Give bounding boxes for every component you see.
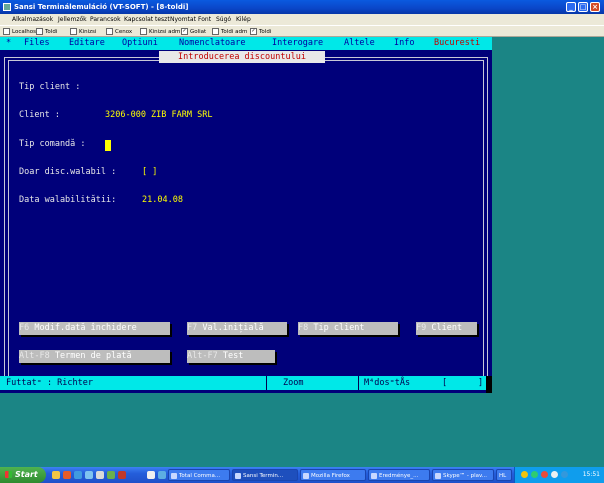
terminal-menu-bar: * Files Editare Optiuni Nomenclatoare In… [0, 37, 492, 50]
tray-network-icon[interactable] [531, 471, 538, 478]
task-skype[interactable]: Skype™ - plav... [432, 469, 494, 481]
f7-val-initiala-button[interactable]: F7 Val.inițială [187, 322, 287, 335]
terminal-screen[interactable]: * Files Editare Optiuni Nomenclatoare In… [0, 37, 492, 393]
document-icon [371, 473, 377, 479]
firefox-icon [303, 473, 309, 479]
data-valabilitatii-label: Data walabilitătii: [19, 195, 117, 205]
terminal-menu-nomenclatoare[interactable]: Nomenclatoare [179, 37, 246, 50]
status-mode: Zoom [283, 378, 304, 388]
tray-volume-icon[interactable] [551, 471, 558, 478]
quicklaunch-terminal-icon[interactable] [107, 471, 115, 479]
checkbox-icon[interactable] [106, 28, 113, 35]
terminal-menu-info[interactable]: Info [394, 37, 414, 50]
start-button[interactable]: Start [0, 467, 46, 483]
menu-kapcsolat-teszt[interactable]: Kapcsolat teszt [124, 14, 170, 25]
checkbox-icon[interactable] [36, 28, 43, 35]
checkbox-icon[interactable] [140, 28, 147, 35]
terminal-status-bar: Futtat⁼ : Richter Zoom M⁴dos⁼tÅs [ ] [0, 376, 492, 390]
quicklaunch-app-icon[interactable] [96, 471, 104, 479]
total-commander-icon [171, 473, 177, 479]
terminal-edge [486, 376, 492, 393]
menu-parancsok[interactable]: Parancsok [90, 14, 121, 25]
checkbox-icon[interactable] [212, 28, 219, 35]
f6-modif-data-button[interactable]: F6 Modif.dată închidere [19, 322, 170, 335]
status-bracket-close: ] [478, 378, 484, 388]
doar-disc-label: Doar disc.walabil : [19, 167, 117, 177]
client-label: Client : [19, 110, 60, 120]
dialog-title: Introducerea discountului [159, 51, 325, 63]
checkbox-icon[interactable] [70, 28, 77, 35]
quicklaunch-ie-icon[interactable] [74, 471, 82, 479]
tip-client-label: Tip client : [19, 82, 81, 92]
taskbar: Start Total Comma... Sansi Termin... Moz… [0, 467, 604, 483]
quicklaunch-skype-icon[interactable] [85, 471, 93, 479]
terminal-menu-star: * [6, 38, 12, 48]
tray-warning-icon[interactable] [521, 471, 528, 478]
terminal-icon [235, 473, 241, 479]
quicklaunch-app2-icon[interactable] [158, 471, 166, 479]
tip-comanda-input[interactable] [105, 140, 111, 151]
minimize-button[interactable]: _ [566, 2, 576, 12]
terminal-menu-files[interactable]: Files [24, 37, 50, 50]
terminal-menu-optiuni[interactable]: Optiuni [122, 37, 158, 50]
windows-logo-icon [5, 471, 12, 478]
window-title: Sansi Terminálemuláció (VT-SOFT) - [8-to… [14, 3, 189, 11]
task-total-commander[interactable]: Total Comma... [168, 469, 230, 481]
quicklaunch-firefox-icon[interactable] [63, 471, 71, 479]
checkbox-checked-icon[interactable]: ✓ [181, 28, 188, 35]
menu-alkalmazasok[interactable]: Alkalmazások [12, 14, 53, 25]
app-menu-bar: Alkalmazások Jellemzők Parancsok Kapcsol… [0, 14, 604, 25]
checkbox-icon[interactable] [3, 28, 10, 35]
skype-icon [435, 473, 441, 479]
doar-disc-checkbox[interactable]: [ ] [142, 167, 157, 177]
terminal-menu-editare[interactable]: Editare [69, 37, 105, 50]
alt-f7-test-button[interactable]: Alt-F7 Test [187, 350, 275, 363]
tray-clock[interactable]: 15:51 [583, 467, 600, 483]
quicklaunch-folder-icon[interactable] [52, 471, 60, 479]
alt-f8-termen-button[interactable]: Alt-F8 Termen de plată [19, 350, 170, 363]
close-button[interactable]: × [590, 2, 600, 12]
dialog-frame-inner [8, 60, 484, 387]
task-eredmenye[interactable]: Eredménye_... [368, 469, 430, 481]
tray-antivirus-icon[interactable] [541, 471, 548, 478]
status-user: Futtat⁼ : Richter [6, 378, 93, 388]
menu-jellemzok[interactable]: Jellemzők [58, 14, 87, 25]
task-language[interactable]: HL [496, 469, 512, 481]
client-value[interactable]: 3206-000 ZIB FARM SRL [105, 110, 212, 120]
f8-tip-client-button[interactable]: F8 Tip client [298, 322, 398, 335]
terminal-menu-location: Bucuresti [434, 38, 481, 48]
menu-font[interactable]: Font [198, 14, 211, 25]
task-mozilla-firefox[interactable]: Mozilla Firefox [300, 469, 366, 481]
status-bracket-open: [ [442, 378, 448, 388]
maximize-button[interactable]: □ [578, 2, 588, 12]
menu-nyomtat[interactable]: Nyomtat [170, 14, 196, 25]
terminal-menu-altele[interactable]: Altele [344, 37, 375, 50]
checkbox-checked-icon[interactable]: ✓ [250, 28, 257, 35]
terminal-menu-interogare[interactable]: Interogare [272, 37, 323, 50]
tray-skype-icon[interactable] [561, 471, 568, 478]
tip-comanda-label: Tip comandă : [19, 139, 86, 149]
connection-toolbar: Localhost Toldi Kinizsi Cenox Kinizsi ad… [0, 25, 604, 37]
quicklaunch-desktop-icon[interactable] [147, 471, 155, 479]
task-sansi-terminal[interactable]: Sansi Termin... [232, 469, 298, 481]
menu-kilep[interactable]: Kilép [236, 14, 251, 25]
f9-client-button[interactable]: F9 Client [416, 322, 477, 335]
window-title-bar[interactable]: Sansi Terminálemuláció (VT-SOFT) - [8-to… [0, 0, 604, 14]
status-separator [266, 376, 267, 390]
status-mod: M⁴dos⁼tÅs [364, 378, 411, 388]
menu-sugo[interactable]: Súgó [216, 14, 231, 25]
system-tray: 15:51 [514, 467, 604, 483]
status-separator [358, 376, 359, 390]
app-icon [3, 3, 11, 11]
data-valabilitatii-value[interactable]: 21.04.08 [142, 195, 183, 205]
quicklaunch-media-icon[interactable] [118, 471, 126, 479]
